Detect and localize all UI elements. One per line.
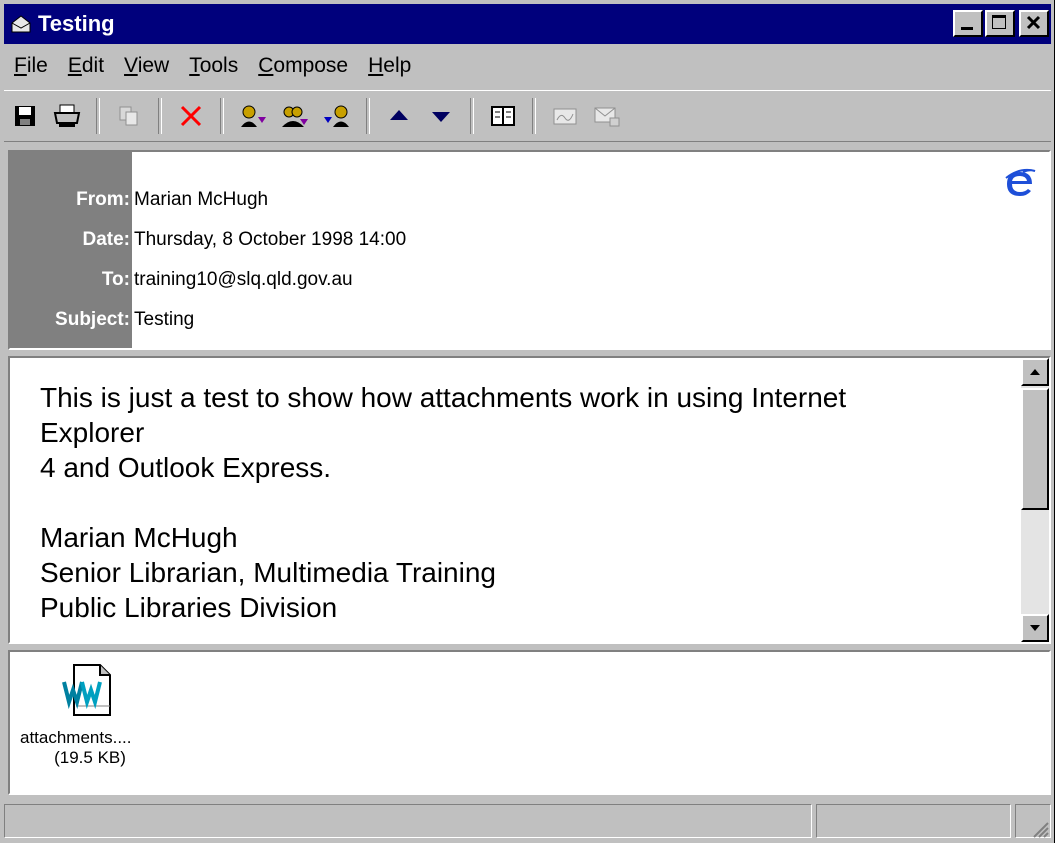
attachment-filename: attachments.... <box>20 728 132 747</box>
to-label: To: <box>101 269 130 290</box>
status-panel-main <box>4 804 812 838</box>
print-icon <box>53 104 81 127</box>
reply-all-button[interactable] <box>276 97 314 135</box>
toolbar-separator <box>366 98 370 134</box>
scroll-up-button[interactable] <box>1021 358 1049 386</box>
toolbar-separator <box>158 98 162 134</box>
window-title: Testing <box>38 11 115 36</box>
save-button[interactable] <box>6 97 44 135</box>
menu-view[interactable]: View <box>114 54 179 78</box>
scroll-down-arrow-icon <box>1030 625 1040 631</box>
arrow-up-icon <box>390 110 408 120</box>
maximize-icon <box>992 15 1006 29</box>
resize-grip-icon[interactable] <box>1031 820 1049 838</box>
menu-compose[interactable]: Compose <box>248 54 358 78</box>
to-value: training10@slq.qld.gov.au <box>134 269 353 290</box>
save-icon <box>15 106 35 126</box>
minimize-button[interactable] <box>953 10 983 37</box>
body-line <box>40 485 1010 520</box>
vertical-scrollbar[interactable] <box>1021 358 1049 642</box>
message-text: This is just a test to show how attachme… <box>40 380 1010 625</box>
from-row: From: Marian McHugh <box>10 180 268 220</box>
subject-value: Testing <box>134 309 195 330</box>
attachment-item[interactable]: attachments.... (19.5 KB) <box>20 662 160 768</box>
menu-bar: File Edit View Tools Compose Help <box>4 47 421 85</box>
scroll-down-button[interactable] <box>1021 614 1049 642</box>
body-line: 4 and Outlook Express. <box>40 452 332 483</box>
close-icon <box>1026 15 1041 30</box>
body-line: This is just a test to show how attachme… <box>40 382 847 413</box>
address-book-button[interactable] <box>484 97 522 135</box>
sign-button[interactable] <box>546 97 584 135</box>
message-header: From: Marian McHugh Date: Thursday, 8 Oc… <box>8 150 1051 350</box>
reply-icon <box>241 105 266 127</box>
reply-all-icon <box>282 106 308 127</box>
toolbar-separator <box>532 98 536 134</box>
close-button[interactable] <box>1019 10 1049 37</box>
attachment-size: (19.5 KB) <box>54 748 126 767</box>
message-body[interactable]: This is just a test to show how attachme… <box>8 356 1051 644</box>
menu-tools[interactable]: Tools <box>179 54 248 78</box>
status-panel-secondary <box>816 804 1011 838</box>
copy-icon <box>119 106 138 126</box>
email-window: Testing File Edit View Tools Compose Hel… <box>0 0 1055 843</box>
word-document-icon <box>62 664 111 716</box>
from-value: Marian McHugh <box>134 189 269 210</box>
menu-edit[interactable]: Edit <box>58 54 114 78</box>
menu-file[interactable]: File <box>4 54 58 78</box>
arrow-down-icon <box>432 112 450 122</box>
toolbar <box>4 90 1051 142</box>
encrypt-icon <box>594 107 620 127</box>
body-line: Explorer <box>40 417 145 448</box>
toolbar-separator <box>96 98 100 134</box>
body-line: Public Libraries Division <box>40 592 338 623</box>
delete-icon <box>180 105 202 127</box>
delete-button[interactable] <box>172 97 210 135</box>
date-label: Date: <box>82 229 130 250</box>
subject-row: Subject: Testing <box>10 300 194 340</box>
menu-help[interactable]: Help <box>358 54 421 78</box>
attachments-pane: attachments.... (19.5 KB) <box>8 650 1051 795</box>
body-line: Marian McHugh <box>40 522 238 553</box>
envelope-app-icon <box>11 15 31 33</box>
address-book-icon <box>491 106 515 126</box>
internet-explorer-logo-icon <box>1005 168 1036 196</box>
next-message-button[interactable] <box>422 97 460 135</box>
previous-message-button[interactable] <box>380 97 418 135</box>
encrypt-button[interactable] <box>588 97 626 135</box>
body-line: Senior Librarian, Multimedia Training <box>40 557 496 588</box>
maximize-button[interactable] <box>985 10 1015 37</box>
from-label: From: <box>76 189 130 210</box>
minimize-icon <box>961 27 973 30</box>
reply-button[interactable] <box>234 97 272 135</box>
forward-button[interactable] <box>318 97 356 135</box>
digital-sign-icon <box>553 108 577 125</box>
scroll-up-arrow-icon <box>1030 369 1040 375</box>
date-row: Date: Thursday, 8 October 1998 14:00 <box>10 220 406 260</box>
to-row: To: training10@slq.qld.gov.au <box>10 260 353 300</box>
date-value: Thursday, 8 October 1998 14:00 <box>134 229 407 250</box>
toolbar-separator <box>220 98 224 134</box>
subject-label: Subject: <box>55 309 130 330</box>
copy-button[interactable] <box>110 97 148 135</box>
print-button[interactable] <box>48 97 86 135</box>
forward-icon <box>324 105 349 127</box>
status-bar <box>4 800 1051 840</box>
scrollbar-thumb[interactable] <box>1021 388 1049 510</box>
toolbar-separator <box>470 98 474 134</box>
title-bar[interactable]: Testing <box>4 4 1051 44</box>
